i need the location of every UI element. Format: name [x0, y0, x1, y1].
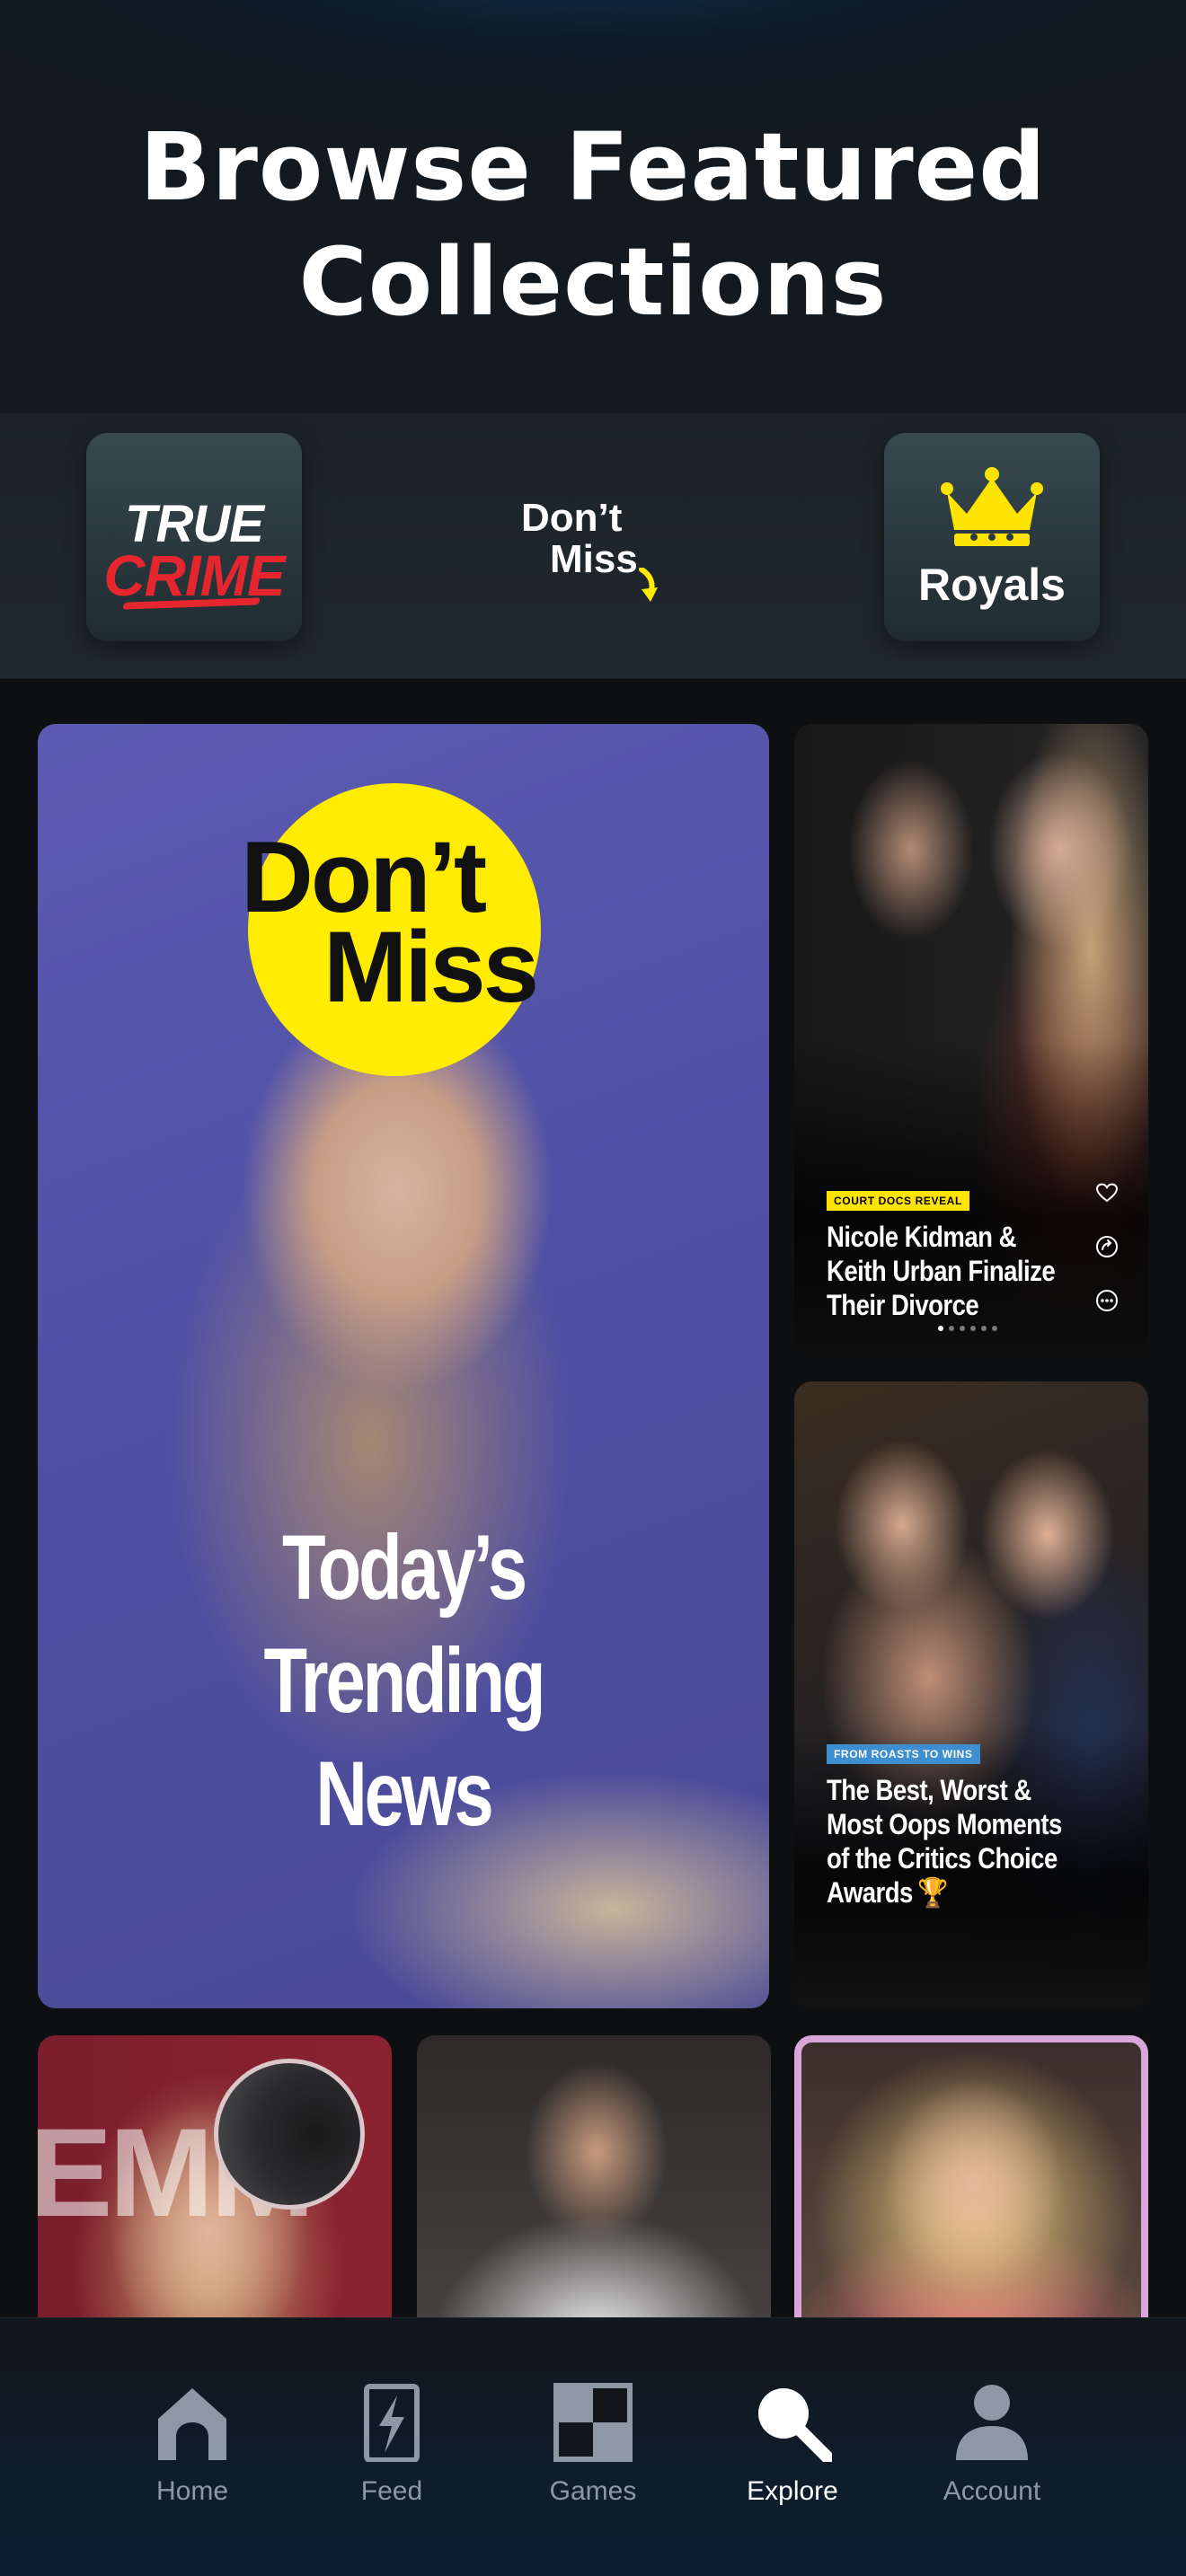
page-title-line2: Collections	[298, 227, 888, 337]
tab-label: Explore	[747, 2476, 838, 2506]
story-title-line: Nicole Kidman &	[827, 1221, 1016, 1253]
story-title-line: The Best, Worst &	[827, 1774, 1031, 1806]
collections-row: TRUE CRIME Don’t Miss Royals	[0, 413, 1186, 679]
tab-label: Account	[943, 2476, 1041, 2506]
story-title-line: Keith Urban Finalize	[827, 1255, 1056, 1287]
avatar	[214, 2059, 365, 2210]
story-card-amanda[interactable]: EMM	[38, 2035, 392, 2317]
tab-label: Feed	[360, 2476, 423, 2506]
home-icon	[158, 2388, 226, 2460]
story-title: The Best, Worst & Most Oops Moments of t…	[827, 1773, 1062, 1910]
tab-label: Games	[549, 2476, 637, 2506]
featured-headline-line1: Today’s	[282, 1516, 527, 1619]
tab-home[interactable]: Home	[93, 2318, 291, 2506]
carousel-dot	[970, 1326, 976, 1331]
more-icon[interactable]	[1094, 1288, 1120, 1313]
carousel-dot	[981, 1326, 987, 1331]
royals-label: Royals	[918, 560, 1066, 610]
tab-account[interactable]: Account	[893, 2318, 1091, 2506]
arrow-down-icon	[639, 568, 658, 602]
carousel-dot	[992, 1326, 997, 1331]
games-icon	[553, 2383, 633, 2462]
story-card-kelly[interactable]	[794, 2035, 1148, 2317]
page-title-line1: Browse Featured	[139, 112, 1047, 222]
share-icon[interactable]	[1094, 1234, 1120, 1259]
carousel-dot	[949, 1326, 954, 1331]
dont-miss-logo-line2: Miss	[550, 537, 638, 581]
story-title: Nicole Kidman & Keith Urban Finalize The…	[827, 1220, 1056, 1322]
carousel-dot	[938, 1326, 943, 1331]
trophy-icon: 🏆	[916, 1876, 948, 1909]
story-title-line: of the Critics Choice	[827, 1842, 1058, 1875]
dont-miss-badge-line2: Miss	[323, 911, 539, 1023]
collection-dont-miss[interactable]: Don’t Miss	[485, 433, 701, 641]
page-title: Browse Featured Collections	[0, 110, 1186, 340]
story-card-kidman[interactable]: COURT DOCS REVEAL Nicole Kidman & Keith …	[794, 724, 1148, 1356]
tab-feed[interactable]: Feed	[293, 2318, 491, 2506]
story-tag: FROM ROASTS TO WINS	[827, 1744, 980, 1764]
featured-headline-line2: Trending	[263, 1629, 546, 1732]
featured-headline-line3: News	[315, 1742, 493, 1845]
feed-icon	[364, 2384, 420, 2462]
crown-icon	[941, 467, 1043, 546]
story-title-line: Their Divorce	[827, 1289, 979, 1321]
story-title-text: Awards	[827, 1876, 913, 1909]
dont-miss-logo-line1: Don’t	[521, 496, 623, 540]
content-grid: Don’t Miss Today’s Trending News COURT D…	[0, 679, 1186, 2317]
collection-true-crime[interactable]: TRUE CRIME	[86, 433, 302, 641]
tab-games[interactable]: Games	[494, 2318, 692, 2506]
story-title-line: Awards 🏆	[827, 1875, 1062, 1910]
carousel-dots	[938, 1326, 1010, 1333]
tab-explore[interactable]: Explore	[694, 2318, 891, 2506]
tab-label: Home	[155, 2476, 229, 2506]
hero-header: Browse Featured Collections	[0, 0, 1186, 413]
bottom-tab-bar: Home Feed Games Explore Account	[0, 2317, 1186, 2576]
story-card-kelce[interactable]	[417, 2035, 771, 2317]
true-crime-logo-line2: CRIME	[103, 543, 285, 608]
carousel-dot	[960, 1326, 965, 1331]
search-icon	[758, 2388, 832, 2462]
story-title-line: Most Oops Moments	[827, 1808, 1062, 1840]
heart-icon[interactable]	[1094, 1180, 1120, 1205]
collection-royals[interactable]: Royals	[884, 433, 1100, 641]
featured-card-trending-news[interactable]: Don’t Miss Today’s Trending News	[38, 724, 769, 2008]
story-tag: COURT DOCS REVEAL	[827, 1191, 969, 1211]
account-icon	[956, 2385, 1028, 2460]
story-card-critics-choice[interactable]: FROM ROASTS TO WINS The Best, Worst & Mo…	[794, 1381, 1148, 2008]
